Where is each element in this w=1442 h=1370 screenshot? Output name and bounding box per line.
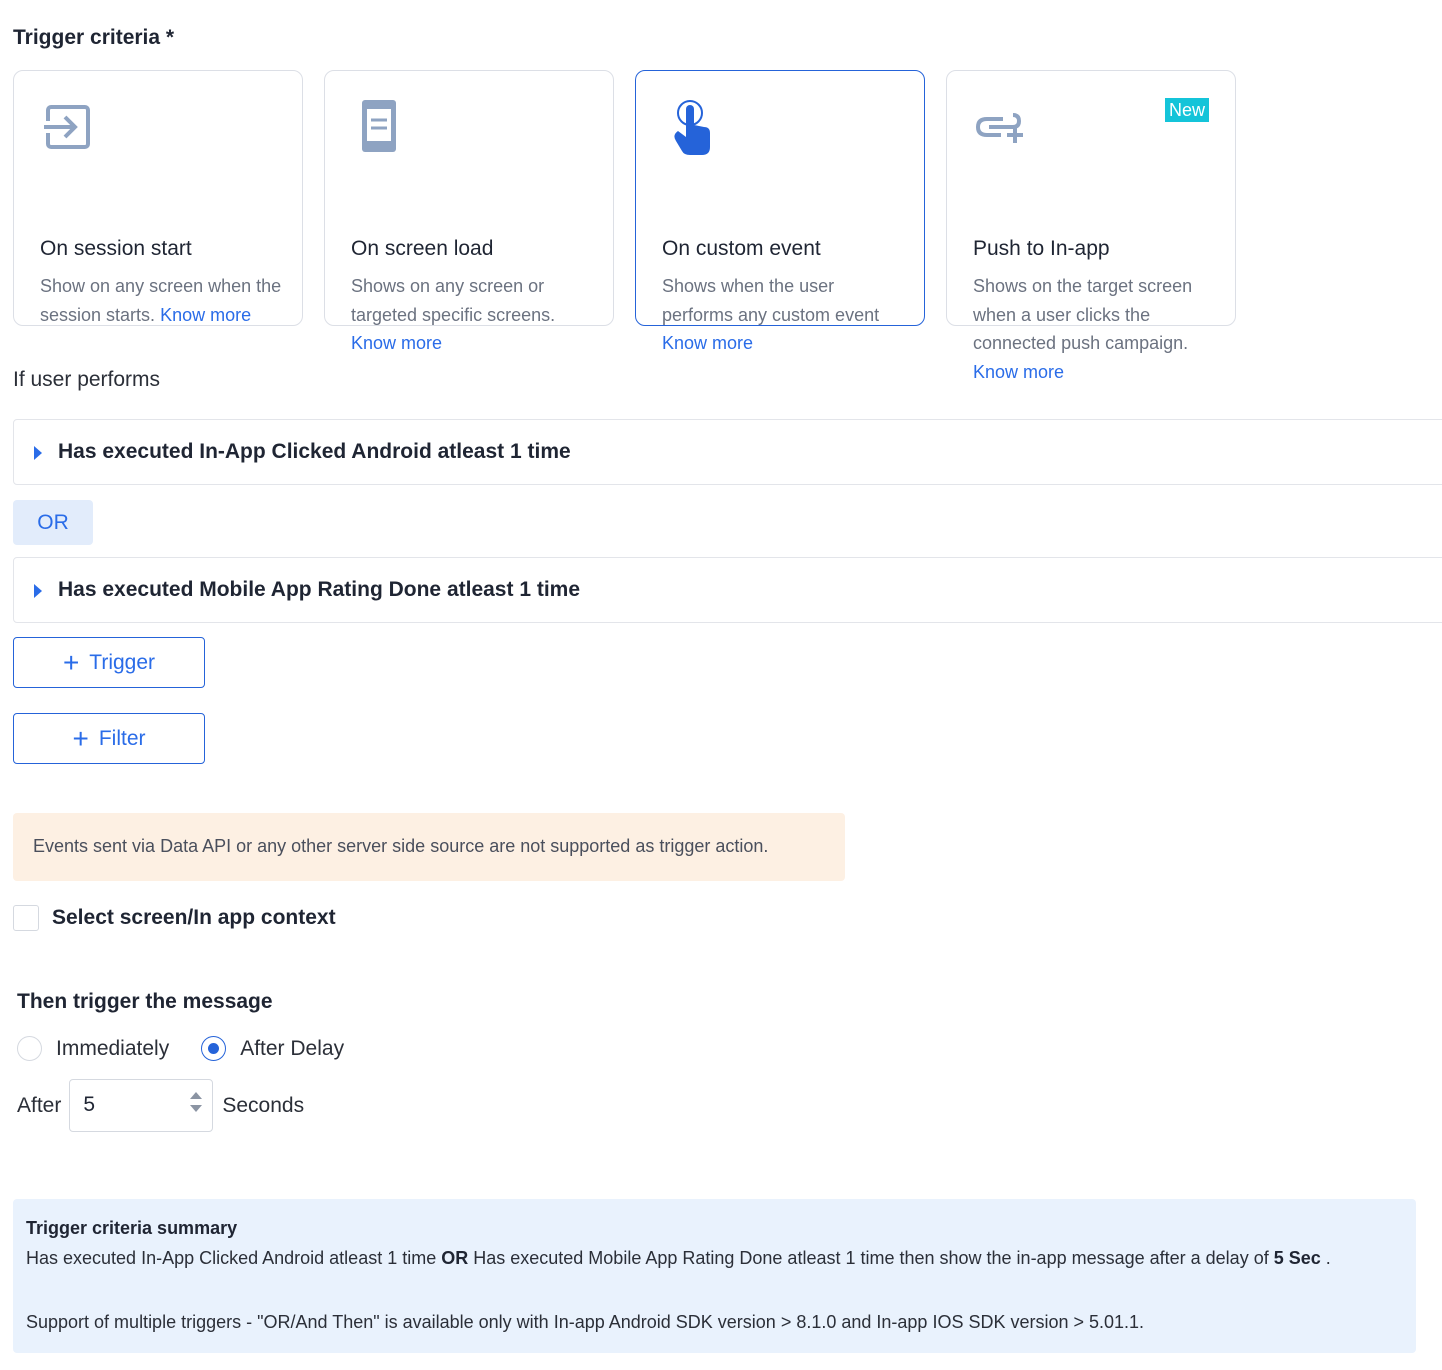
trigger-condition-text: Has executed Mobile App Rating Done atle…	[58, 578, 581, 601]
summary-end: .	[1320, 1248, 1331, 1268]
add-filter-label: Filter	[98, 726, 146, 750]
new-badge: New	[1164, 98, 1209, 122]
push-link-icon	[973, 99, 1029, 155]
card-title: On screen load	[351, 237, 494, 260]
add-trigger-button[interactable]: + Trigger	[13, 637, 205, 688]
summary-delay: 5 Sec	[1273, 1248, 1321, 1268]
radio-label: Immediately	[56, 1036, 170, 1060]
summary-part2: Has executed Mobile App Rating Done atle…	[468, 1248, 1274, 1268]
know-more-link[interactable]: Know more	[351, 333, 442, 353]
card-desc-text: Shows when the user performs any custom …	[662, 276, 880, 325]
radio-label: After Delay	[240, 1036, 345, 1060]
card-title: On session start	[40, 237, 192, 260]
delay-row: After Seconds	[17, 1079, 304, 1132]
radio-after-delay[interactable]: After Delay	[201, 1036, 344, 1061]
trigger-summary-panel: Trigger criteria summary Has executed In…	[13, 1199, 1416, 1353]
trigger-condition-row[interactable]: Has executed In-App Clicked Android atle…	[13, 419, 1442, 485]
session-start-icon	[40, 99, 96, 155]
caret-right-icon[interactable]	[34, 446, 42, 460]
summary-text: Has executed In-App Clicked Android atle…	[26, 1245, 1403, 1271]
trigger-timing-radio-group: Immediately After Delay	[17, 1036, 376, 1061]
context-checkbox[interactable]	[13, 905, 39, 931]
plus-icon: +	[72, 722, 89, 754]
context-checkbox-row[interactable]: Select screen/In app context	[13, 905, 336, 931]
summary-title: Trigger criteria summary	[26, 1218, 238, 1238]
know-more-link[interactable]: Know more	[662, 333, 753, 353]
summary-part1: Has executed In-App Clicked Android atle…	[26, 1248, 442, 1268]
card-desc: Shows on the target screen when a user c…	[973, 272, 1221, 386]
card-session-start[interactable]: On session start Show on any screen when…	[13, 70, 303, 326]
delay-number-input[interactable]	[69, 1079, 214, 1132]
trigger-cards: On session start Show on any screen when…	[13, 70, 1236, 382]
spin-down-icon[interactable]	[190, 1105, 203, 1112]
summary-support-note: Support of multiple triggers - "OR/And T…	[26, 1312, 1145, 1332]
card-desc: Show on any screen when the session star…	[40, 272, 288, 329]
card-screen-load[interactable]: On screen load Shows on any screen or ta…	[324, 70, 614, 353]
delay-value-field[interactable]	[70, 1080, 181, 1130]
know-more-link[interactable]: Know more	[160, 305, 251, 325]
know-more-link[interactable]: Know more	[973, 362, 1064, 382]
trigger-condition-row[interactable]: Has executed Mobile App Rating Done atle…	[13, 557, 1442, 623]
summary-operator: OR	[441, 1248, 469, 1268]
trigger-condition-text: Has executed In-App Clicked Android atle…	[58, 440, 571, 463]
card-desc: Shows when the user performs any custom …	[662, 272, 910, 358]
if-user-performs-label: If user performs	[13, 368, 161, 391]
radio-button[interactable]	[17, 1036, 42, 1061]
card-desc-text: Shows on the target screen when a user c…	[973, 276, 1193, 353]
context-checkbox-label: Select screen/In app context	[52, 906, 336, 929]
then-trigger-title: Then trigger the message	[17, 990, 273, 1013]
card-push-to-inapp[interactable]: New Push to In-app Shows on the target s…	[946, 70, 1236, 382]
add-filter-button[interactable]: + Filter	[13, 713, 205, 764]
radio-immediately[interactable]: Immediately	[17, 1036, 169, 1061]
card-title: Push to In-app	[973, 237, 1110, 260]
after-label: After	[17, 1093, 62, 1117]
card-custom-event[interactable]: On custom event Shows when the user perf…	[635, 70, 925, 353]
caret-right-icon[interactable]	[34, 584, 42, 598]
section-title: Trigger criteria *	[13, 26, 175, 49]
add-trigger-label: Trigger	[89, 650, 156, 674]
card-title: On custom event	[662, 237, 821, 260]
card-desc: Shows on any screen or targeted specific…	[351, 272, 599, 358]
or-operator-toggle[interactable]: OR	[13, 500, 93, 545]
screen-load-icon	[351, 99, 407, 155]
seconds-label: Seconds	[222, 1093, 305, 1117]
radio-button-selected[interactable]	[201, 1036, 227, 1061]
tap-hand-icon	[662, 99, 718, 155]
number-spinner[interactable]	[190, 1092, 203, 1112]
plus-icon: +	[62, 646, 80, 678]
spin-up-icon[interactable]	[190, 1092, 203, 1099]
server-side-notice: Events sent via Data API or any other se…	[13, 813, 845, 881]
card-desc-text: Shows on any screen or targeted specific…	[351, 276, 556, 325]
